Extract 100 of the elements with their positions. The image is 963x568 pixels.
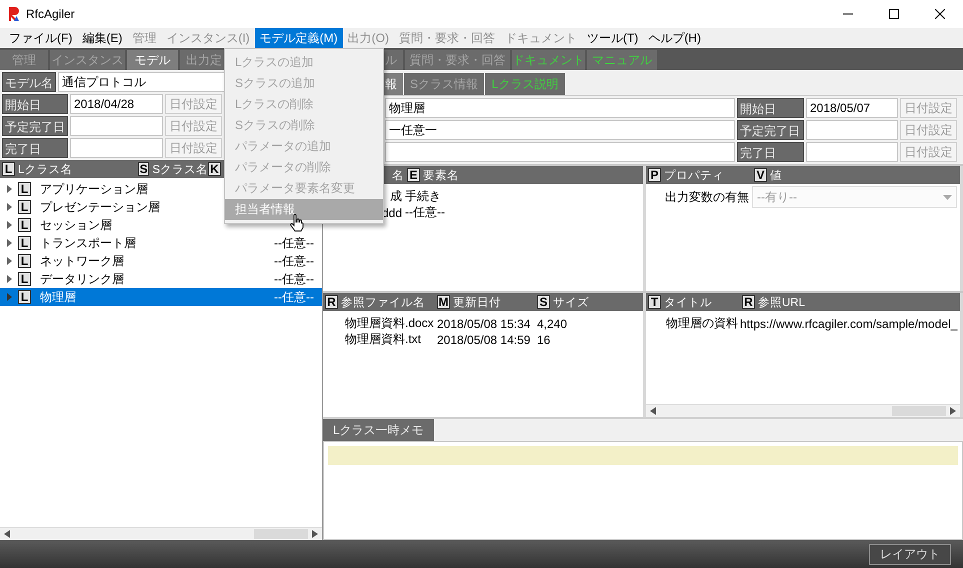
- date-set-button[interactable]: 日付設定: [900, 142, 957, 162]
- expand-arrow-icon[interactable]: [6, 257, 12, 265]
- field-label: 完了日: [737, 142, 804, 162]
- letter-badge: L: [18, 218, 31, 232]
- expand-arrow-icon[interactable]: [6, 203, 12, 211]
- table-cell-text: 手続き: [405, 188, 442, 205]
- tree-item-value: --任意--: [274, 270, 314, 288]
- column-header: 参照ファイル名: [341, 296, 425, 310]
- horizontal-scrollbar[interactable]: [646, 404, 960, 417]
- date-field[interactable]: 2018/05/07: [806, 98, 898, 118]
- expand-arrow-icon[interactable]: [6, 221, 12, 229]
- menu-entry[interactable]: パラメータの削除: [225, 157, 383, 178]
- text-field[interactable]: 一任意一: [385, 120, 735, 140]
- field-label: 完了日: [2, 138, 68, 158]
- field-label: モデル名: [2, 72, 56, 92]
- menu-entry[interactable]: Lクラスの削除: [225, 94, 383, 115]
- table-cell-text: https://www.rfcagiler.com/sample/model_: [740, 316, 958, 330]
- letter-badge: L: [18, 272, 31, 286]
- menu-item[interactable]: ファイル(F): [4, 28, 78, 48]
- field-label: 開始日: [2, 94, 68, 114]
- tree-item-value: --任意--: [274, 288, 314, 306]
- expand-arrow-icon[interactable]: [6, 293, 12, 301]
- scrollbar-thumb[interactable]: [892, 406, 946, 416]
- date-field[interactable]: [70, 138, 163, 158]
- table-cell-text: 成: [390, 188, 403, 205]
- horizontal-scrollbar[interactable]: [0, 527, 322, 540]
- menu-item[interactable]: ヘルプ(H): [643, 28, 706, 48]
- tree-item-label: アプリケーション層: [40, 180, 148, 198]
- menu-item[interactable]: モデル定義(M): [254, 28, 343, 48]
- column-header: Lクラス名: [18, 162, 72, 176]
- tree-item-value: --任意--: [274, 234, 314, 252]
- scroll-right-icon[interactable]: [312, 530, 318, 538]
- date-field[interactable]: 2018/04/28: [70, 94, 163, 114]
- date-field[interactable]: [70, 116, 163, 136]
- table-cell-text: 物理層資料.txt: [345, 331, 422, 348]
- menu-item[interactable]: 編集(E): [77, 28, 128, 48]
- tree-item-label: ネットワーク層: [40, 252, 124, 270]
- date-set-button[interactable]: 日付設定: [165, 138, 222, 158]
- table-cell-text: 4,240: [537, 316, 568, 330]
- table-cell-text: 2018/05/08 14:59: [437, 332, 532, 346]
- date-field[interactable]: [806, 120, 898, 140]
- text-field[interactable]: [385, 142, 735, 162]
- scroll-right-icon[interactable]: [950, 407, 956, 415]
- letter-badge: R: [742, 295, 755, 309]
- letter-badge: S: [138, 162, 150, 176]
- date-set-button[interactable]: 日付設定: [900, 98, 957, 118]
- maximize-icon: [889, 9, 899, 19]
- column-header: 要素名: [423, 168, 459, 182]
- text-field[interactable]: 物理層: [385, 98, 735, 118]
- scroll-left-icon[interactable]: [650, 407, 656, 415]
- scrollbar-thumb[interactable]: [254, 529, 308, 539]
- expand-arrow-icon[interactable]: [6, 275, 12, 283]
- column-header: 値: [770, 168, 782, 182]
- letter-badge: K: [208, 162, 221, 176]
- letter-badge: S: [537, 295, 550, 309]
- hand-cursor-icon: [290, 214, 304, 232]
- letter-badge: L: [18, 254, 31, 268]
- letter-badge: L: [18, 200, 31, 214]
- column-header: 更新日付: [453, 295, 501, 310]
- expand-arrow-icon[interactable]: [6, 239, 12, 247]
- tab[interactable]: ドキュメント: [512, 50, 585, 70]
- tree-item-label: 物理層: [40, 288, 76, 306]
- letter-badge: T: [648, 295, 661, 309]
- date-set-button[interactable]: 日付設定: [165, 94, 222, 114]
- tree-row[interactable]: L 物理層 --任意--: [0, 288, 322, 306]
- close-icon: [935, 9, 945, 19]
- column-header: 参照URL: [758, 296, 806, 310]
- app-logo-icon: [8, 6, 20, 22]
- table-cell-text: --任意--: [405, 204, 446, 221]
- layout-button[interactable]: レイアウト: [869, 544, 951, 564]
- letter-badge: E: [407, 168, 420, 182]
- letter-badge: L: [2, 162, 15, 176]
- column-header: タイトル: [664, 296, 712, 310]
- date-set-button[interactable]: 日付設定: [900, 120, 957, 140]
- column-header: Sクラス名: [152, 162, 208, 176]
- tab[interactable]: マニュアル: [587, 50, 657, 70]
- table-cell-text: 16: [537, 332, 552, 346]
- tree-item-label: データリンク層: [40, 270, 124, 288]
- field-label: 予定完了日: [737, 120, 804, 140]
- letter-badge: M: [437, 295, 450, 309]
- expand-arrow-icon[interactable]: [6, 185, 12, 193]
- menu-entry[interactable]: Lクラスの追加: [225, 52, 383, 73]
- menu-entry[interactable]: パラメータの追加: [225, 136, 383, 157]
- tab[interactable]: モデル: [127, 50, 178, 70]
- menu-entry[interactable]: 担当者情報: [225, 199, 383, 220]
- date-field[interactable]: [806, 142, 898, 162]
- tab[interactable]: Lクラス説明: [485, 73, 565, 95]
- field-label: 開始日: [737, 98, 804, 118]
- memo-area[interactable]: [323, 441, 963, 540]
- menu-item[interactable]: ツール(T): [582, 28, 644, 48]
- memo-field[interactable]: [328, 446, 958, 465]
- field-label: 予定完了日: [2, 116, 68, 136]
- letter-badge: R: [325, 295, 338, 309]
- window-title: RfcAgiler: [26, 7, 76, 21]
- scroll-left-icon[interactable]: [4, 530, 10, 538]
- tree-item-label: トランスポート層: [40, 234, 136, 252]
- date-set-button[interactable]: 日付設定: [165, 116, 222, 136]
- menu-entry[interactable]: Sクラスの削除: [225, 115, 383, 136]
- letter-badge: L: [18, 290, 31, 304]
- tab[interactable]: Lクラス一時メモ: [323, 419, 434, 441]
